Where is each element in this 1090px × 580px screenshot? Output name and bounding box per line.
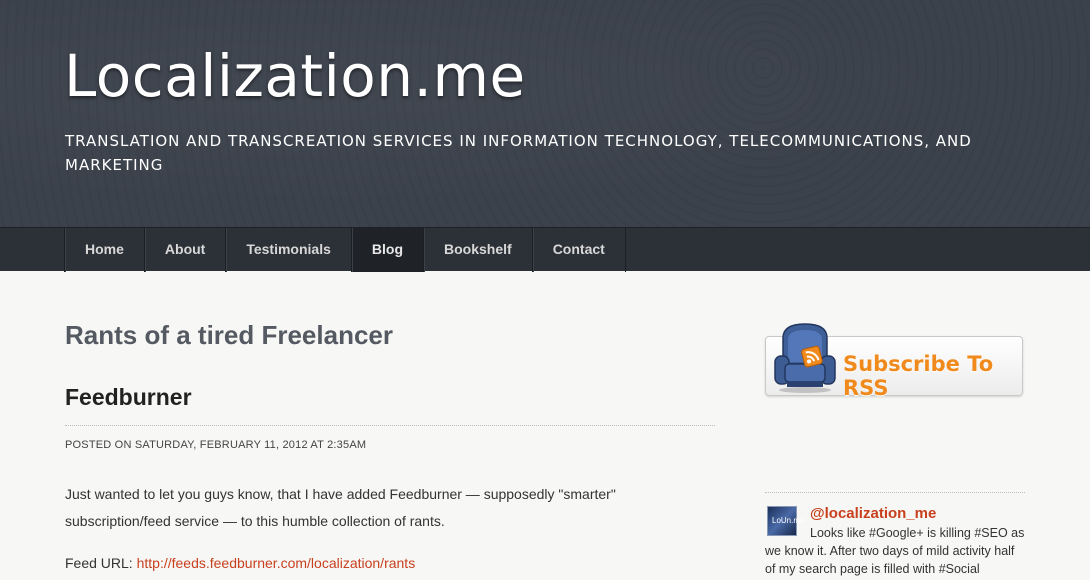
twitter-handle-link[interactable]: @localization_me [810,505,936,522]
site-title[interactable]: Localization.me [64,42,526,110]
feed-url-line: Feed URL: http://feeds.feedburner.com/lo… [65,552,415,574]
tweet-text: Looks like #Google+ is killing #SEO as w… [765,526,1025,576]
nav-item-about[interactable]: About [143,228,225,272]
feed-url-label: Feed URL: [65,555,137,571]
sidebar-divider [765,492,1025,493]
post-title[interactable]: Feedburner [65,384,192,411]
site-tagline: TRANSLATION AND TRANSCREATION SERVICES I… [65,132,972,174]
nav-item-contact[interactable]: Contact [531,228,626,272]
armchair-rss-icon [771,320,839,394]
page-title: Rants of a tired Freelancer [65,320,393,350]
nav-item-testimonials[interactable]: Testimonials [225,228,351,272]
rss-banner-text: Subscribe To RSS [843,352,994,400]
subscribe-rss-banner[interactable]: Subscribe To RSS [765,320,1023,400]
feed-url-link[interactable]: http://feeds.feedburner.com/localization… [137,555,416,571]
post-meta: POSTED ON SATURDAY, FEBRUARY 11, 2012 AT… [65,439,367,451]
site-header: Localization.me TRANSLATION AND TRANSCRE… [0,0,1090,227]
nav-list: Home About Testimonials Blog Bookshelf C… [64,228,626,272]
nav-item-blog[interactable]: Blog [350,228,423,272]
post-body: Just wanted to let you guys know, that I… [65,486,616,529]
nav-item-bookshelf[interactable]: Bookshelf [423,228,532,272]
post-divider [65,425,715,426]
main-navigation: Home About Testimonials Blog Bookshelf C… [0,227,1090,272]
nav-item-home[interactable]: Home [64,228,144,272]
